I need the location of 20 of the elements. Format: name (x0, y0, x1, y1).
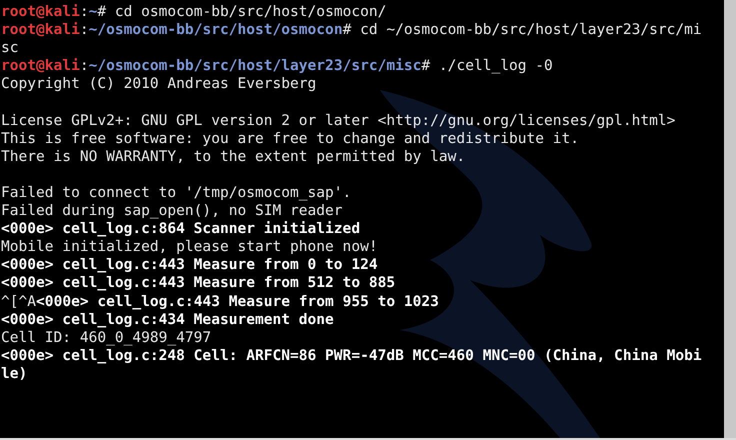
terminal-line: <000e> cell_log.c:434 Measurement done (1, 310, 335, 329)
terminal-line: ^[^A<000e> cell_log.c:443 Measure from 955 to 1023 (1, 292, 440, 311)
terminal-line: <000e> cell_log.c:864 Scanner initialized (1, 220, 362, 238)
terminal-line: There is NO WARRANTY, to the extent permitted by law. (1, 148, 466, 166)
terminal-line: Mobile initialized, please start phone now! (1, 238, 379, 256)
terminal-line: root@kali:~/osmocom-bb/src/host/osmocon# cd ~/osmocom-bb/src/host/layer23/src/mi (1, 21, 703, 40)
terminal-line: root@kali:~/osmocom-bb/src/host/layer23/src/misc# ./cell_log -0 (1, 57, 554, 76)
terminal-line: This is free software: you are free to change and redistribute it. (1, 130, 580, 148)
terminal-line: License GPLv2+: GNU GPL version 2 or later <http://gnu.org/licenses/gpl.html> (1, 112, 676, 130)
terminal-line: <000e> cell_log.c:248 Cell: ARFCN=86 PWR=-47dB MCC=460 MNC=00 (China, China Mobi (1, 346, 703, 365)
terminal-line: le) (1, 364, 28, 383)
terminal-line: Failed to connect to '/tmp/osmocom_sap'. (1, 184, 352, 202)
terminal-line: root@kali:~# cd osmocom-bb/src/host/osmocon/ (1, 3, 388, 22)
terminal-line: Failed during sap_open(), no SIM reader (1, 202, 344, 220)
terminal-line: <000e> cell_log.c:443 Measure from 512 to 885 (1, 274, 396, 292)
terminal-line: sc (1, 39, 20, 58)
terminal-line: <000e> cell_log.c:443 Measure from 0 to 124 (1, 256, 379, 274)
scrollbar[interactable] (724, 0, 736, 438)
terminal-line: Cell ID: 460_0_4989_4797 (1, 328, 212, 347)
terminal-line: Copyright (C) 2010 Andreas Eversberg (1, 75, 318, 94)
